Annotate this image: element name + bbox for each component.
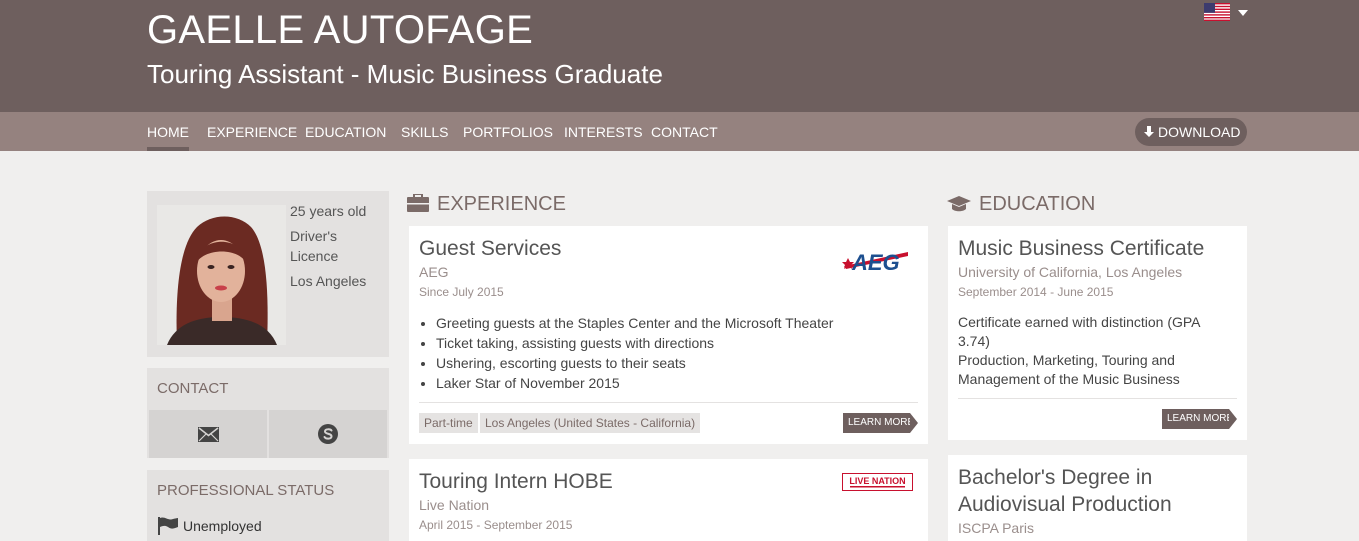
licence-line-1: Driver's — [290, 228, 338, 244]
experience-title: EXPERIENCE — [437, 193, 566, 215]
experience-company: AEG — [419, 264, 449, 280]
download-label: DOWNLOAD — [1158, 124, 1241, 140]
divider — [419, 402, 918, 403]
nav-experience[interactable]: EXPERIENCE — [207, 124, 297, 140]
chevron-down-icon — [1238, 10, 1248, 16]
location-tag: Los Angeles (United States - California) — [480, 413, 701, 433]
us-flag-icon — [1204, 3, 1230, 21]
job-title: Touring Assistant - Music Business Gradu… — [147, 59, 663, 89]
briefcase-icon — [407, 193, 429, 212]
download-button[interactable]: DOWNLOAD — [1135, 118, 1247, 146]
nav-portfolios[interactable]: PORTFOLIOS — [463, 124, 553, 140]
education-degree-title: Music Business Certificate — [958, 237, 1205, 260]
list-item: Greeting guests at the Staples Center an… — [436, 313, 833, 333]
status-row: Unemployed — [157, 517, 262, 535]
skype-button[interactable] — [269, 410, 387, 458]
contact-title: CONTACT — [157, 380, 229, 397]
education-card: Music Business Certificate University of… — [948, 226, 1247, 440]
education-heading: EDUCATION — [947, 193, 1095, 216]
status-value: Unemployed — [183, 518, 262, 534]
nav-interests[interactable]: INTERESTS — [564, 124, 643, 140]
skype-icon — [318, 424, 338, 444]
education-school: ISCPA Paris — [958, 520, 1034, 536]
location: Los Angeles — [290, 273, 367, 289]
live-nation-logo: LIVE NATION — [842, 473, 913, 491]
envelope-icon — [198, 427, 219, 442]
profile-card: 25 years old Driver's Licence Los Angele… — [147, 191, 389, 357]
person-name: GAELLE AUTOFAGE — [147, 8, 534, 52]
header: GAELLE AUTOFAGE Touring Assistant - Musi… — [0, 0, 1359, 112]
education-degree-title-line-2: Audiovisual Production — [958, 493, 1172, 516]
education-card: Bachelor's Degree in Audiovisual Product… — [948, 455, 1247, 541]
language-selector[interactable] — [1204, 3, 1250, 23]
live-nation-logo-text: LIVE NATION — [849, 476, 905, 486]
list-item: Laker Star of November 2015 — [436, 373, 833, 393]
experience-date: April 2015 - September 2015 — [419, 518, 573, 532]
list-item: Ticket taking, assisting guests with dir… — [436, 333, 833, 353]
nav-skills[interactable]: SKILLS — [401, 124, 448, 140]
aeg-logo-text: AEG — [851, 250, 900, 275]
flag-icon — [158, 517, 178, 535]
graduation-cap-icon — [947, 196, 971, 212]
contract-tag: Part-time — [419, 413, 478, 433]
experience-company: Live Nation — [419, 497, 490, 513]
experience-card: Touring Intern HOBE Live Nation April 20… — [409, 459, 928, 541]
nav-contact[interactable]: CONTACT — [651, 124, 718, 140]
age: 25 years old — [290, 203, 367, 219]
profile-photo — [157, 205, 286, 345]
education-description: Certificate earned with distinction (GPA… — [958, 314, 1200, 387]
nav-education[interactable]: EDUCATION — [305, 124, 386, 140]
main-nav: HOME EXPERIENCE EDUCATION SKILLS PORTFOL… — [0, 112, 1359, 151]
education-title: EDUCATION — [979, 193, 1096, 215]
experience-card: Guest Services AEG Since July 2015 AEG G… — [409, 226, 928, 444]
learn-more-button[interactable]: LEARN MORE — [843, 413, 918, 433]
nav-home[interactable]: HOME — [147, 124, 189, 151]
professional-status-card: PROFESSIONAL STATUS Unemployed — [147, 470, 389, 541]
experience-job-title: Touring Intern HOBE — [419, 470, 613, 493]
list-item: Ushering, escorting guests to their seat… — [436, 353, 833, 373]
education-school: University of California, Los Angeles — [958, 264, 1183, 280]
licence-line-2: Licence — [290, 248, 339, 264]
experience-job-title: Guest Services — [419, 237, 562, 260]
professional-status-title: PROFESSIONAL STATUS — [157, 482, 335, 499]
experience-bullets: Greeting guests at the Staples Center an… — [436, 313, 833, 393]
contact-card: CONTACT — [147, 368, 389, 458]
experience-heading: EXPERIENCE — [407, 193, 566, 216]
email-button[interactable] — [149, 410, 267, 458]
education-date: September 2014 - June 2015 — [958, 285, 1114, 299]
learn-more-button[interactable]: LEARN MORE — [1162, 409, 1237, 429]
experience-date: Since July 2015 — [419, 285, 504, 299]
divider — [958, 398, 1237, 399]
download-icon — [1144, 126, 1154, 137]
aeg-logo: AEG — [842, 244, 910, 276]
education-degree-title-line-1: Bachelor's Degree in — [958, 466, 1153, 489]
